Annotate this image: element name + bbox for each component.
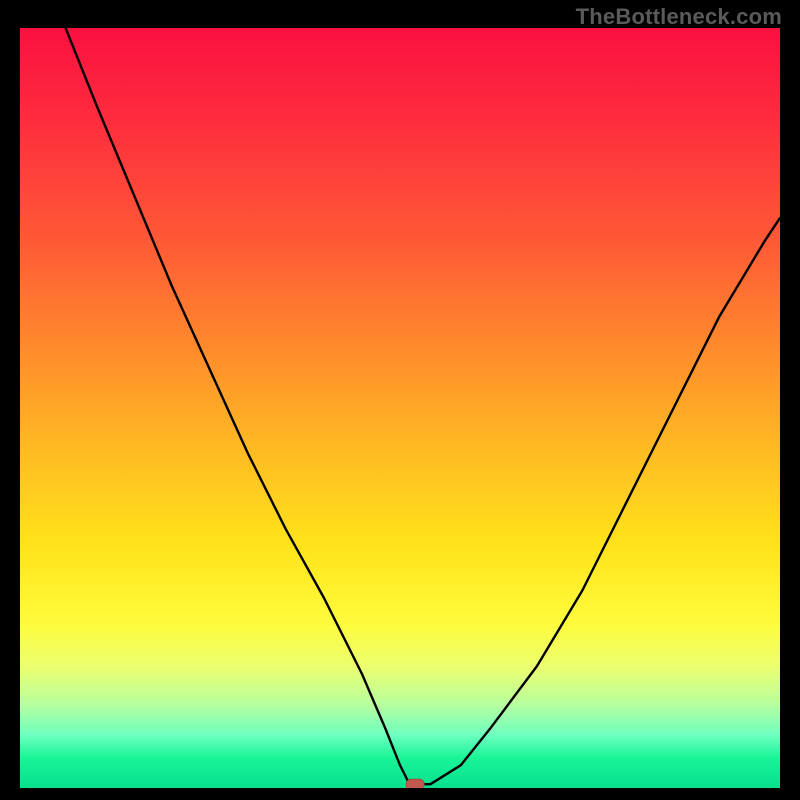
plot-area	[20, 28, 780, 788]
minimum-marker	[406, 779, 424, 788]
chart-frame: TheBottleneck.com	[0, 0, 800, 800]
chart-svg	[20, 28, 780, 788]
bottleneck-curve	[66, 28, 780, 784]
watermark-text: TheBottleneck.com	[576, 4, 782, 30]
